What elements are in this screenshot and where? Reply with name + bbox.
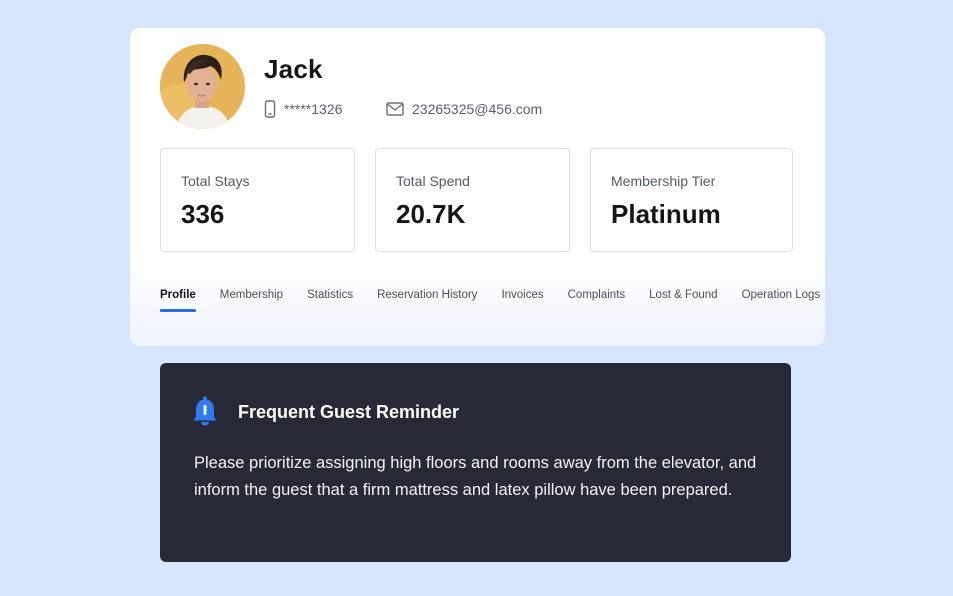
tab-operation-logs[interactable]: Operation Logs	[742, 286, 821, 310]
stat-label: Total Spend	[396, 173, 470, 189]
stat-card-total-stays: Total Stays 336	[160, 148, 355, 252]
profile-tabs: Profile Membership Statistics Reservatio…	[160, 286, 821, 312]
stat-card-membership-tier: Membership Tier Platinum	[590, 148, 793, 252]
guest-profile-card: Jack *****1326 23265325@456.com Total St…	[130, 28, 825, 346]
tab-profile[interactable]: Profile	[160, 286, 196, 312]
email-address: 23265325@456.com	[412, 101, 543, 117]
avatar-image	[160, 44, 245, 129]
phone-number: *****1326	[284, 101, 343, 117]
guest-phone: *****1326	[264, 100, 342, 118]
guest-email: 23265325@456.com	[386, 100, 542, 118]
stat-value: 20.7K	[396, 199, 466, 229]
tab-reservation-history[interactable]: Reservation History	[377, 286, 477, 310]
tab-invoices[interactable]: Invoices	[501, 286, 543, 310]
stat-card-total-spend: Total Spend 20.7K	[375, 148, 570, 252]
bell-icon	[193, 396, 217, 426]
stat-value: Platinum	[611, 199, 721, 229]
stat-label: Membership Tier	[611, 173, 716, 189]
reminder-title: Frequent Guest Reminder	[238, 402, 460, 422]
email-icon	[386, 102, 404, 116]
stat-label: Total Stays	[181, 173, 250, 189]
avatar[interactable]	[160, 44, 245, 129]
frequent-guest-reminder: Frequent Guest Reminder Please prioritiz…	[160, 363, 791, 562]
tab-lost-and-found[interactable]: Lost & Found	[649, 286, 717, 310]
tab-statistics[interactable]: Statistics	[307, 286, 353, 310]
guest-name: Jack	[264, 54, 323, 84]
phone-icon	[264, 100, 276, 118]
tab-membership[interactable]: Membership	[220, 286, 283, 310]
stat-value: 336	[181, 199, 225, 229]
tab-complaints[interactable]: Complaints	[568, 286, 626, 310]
reminder-body: Please prioritize assigning high floors …	[194, 454, 757, 499]
